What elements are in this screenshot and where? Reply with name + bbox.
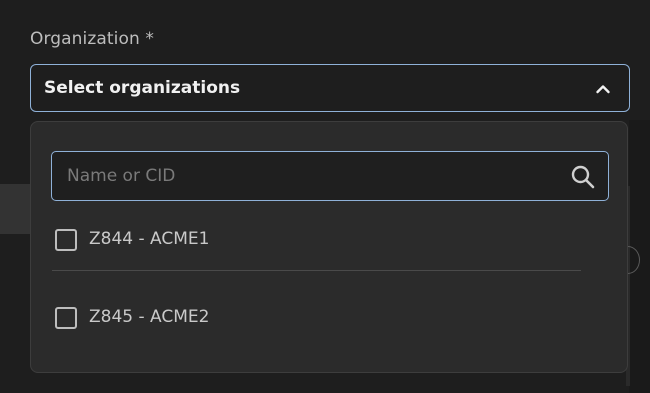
checkbox[interactable] — [55, 307, 77, 329]
organization-dropdown: Z844 - ACME1 Z845 - ACME2 — [30, 121, 628, 373]
divider — [52, 270, 581, 271]
search-field — [51, 151, 609, 201]
search-input[interactable] — [52, 152, 562, 200]
option-item[interactable]: Z845 - ACME2 — [55, 300, 585, 336]
organization-field-label: Organization * — [30, 29, 154, 49]
option-label: Z845 - ACME2 — [89, 307, 210, 327]
organization-select-text: Select organizations — [44, 78, 241, 98]
option-item[interactable]: Z844 - ACME1 — [55, 222, 585, 258]
option-label: Z844 - ACME1 — [89, 229, 210, 249]
checkbox[interactable] — [55, 229, 77, 251]
chevron-up-icon[interactable] — [595, 81, 611, 97]
page: Organization * Select organizations Z844… — [0, 0, 650, 393]
organization-select[interactable]: Select organizations — [30, 64, 630, 112]
search-icon[interactable] — [570, 164, 596, 190]
